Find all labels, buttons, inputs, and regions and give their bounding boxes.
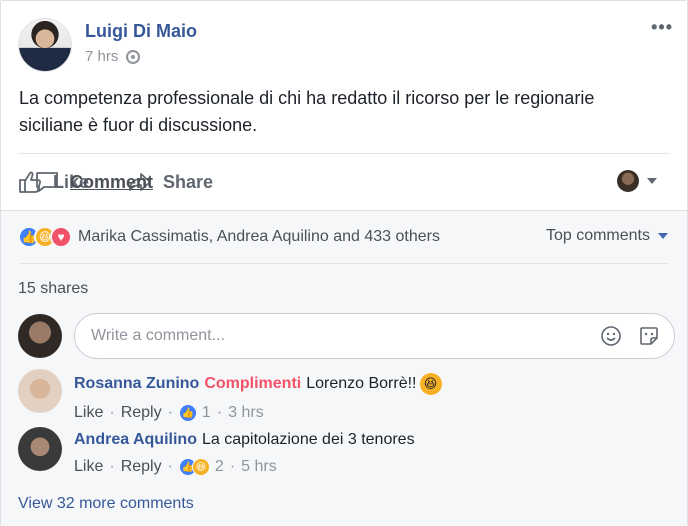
divider [19, 263, 669, 264]
comment-body: Andrea Aquilino La capitolazione dei 3 t… [74, 431, 415, 476]
comment-line: Andrea Aquilino La capitolazione dei 3 t… [74, 431, 415, 449]
separator: · [229, 458, 236, 475]
separator: · [167, 404, 173, 421]
post-as-selector[interactable] [617, 170, 657, 192]
comment-sort-label: Top comments [545, 227, 650, 244]
author-avatar[interactable] [18, 18, 72, 72]
comment-reply-button[interactable]: Reply [121, 404, 162, 422]
comment-sort-dropdown[interactable]: Top comments [546, 227, 668, 245]
like-reaction-icon[interactable]: 👍 [178, 404, 197, 422]
shares-count[interactable]: 15 shares [18, 280, 88, 298]
view-more-comments-link[interactable]: View 32 more comments [18, 495, 194, 513]
reactions-row: 👍 😆 ♥ Marika Cassimatis, Andrea Aquilino… [18, 226, 668, 248]
sticker-icon[interactable] [638, 325, 660, 347]
author-name[interactable]: Luigi Di Maio [85, 20, 197, 42]
author-block: Luigi Di Maio 7 hrs [85, 20, 197, 72]
comment-reply-button[interactable]: Reply [121, 458, 162, 476]
comment-placeholder: Write a comment... [91, 327, 225, 344]
post-card: Luigi Di Maio 7 hrs ••• La competenza pr… [0, 0, 688, 526]
comment-reaction-count[interactable]: 2 [215, 458, 224, 476]
share-label: Share [163, 171, 214, 192]
comment-actions: Like · Reply · 👍 😆 2 · 5 hrs [74, 458, 415, 476]
post-top: Luigi Di Maio 7 hrs ••• La competenza pr… [1, 1, 687, 210]
comment-like-button[interactable]: Like [74, 458, 103, 476]
globe-icon[interactable] [126, 49, 141, 64]
comment-label: Comment [70, 171, 154, 192]
separator: · [109, 404, 115, 421]
haha-reaction-icon[interactable]: 😆 [191, 458, 210, 476]
commenter-name[interactable]: Rosanna Zunino [74, 375, 199, 393]
viewer-avatar [617, 170, 639, 192]
post-time[interactable]: 7 hrs [85, 48, 118, 65]
comment-line: Rosanna Zunino Complimenti Lorenzo Borrè… [74, 373, 442, 395]
comment-item: Andrea Aquilino La capitolazione dei 3 t… [18, 427, 415, 476]
comments-section: 👍 😆 ♥ Marika Cassimatis, Andrea Aquilino… [1, 210, 687, 526]
chevron-down-icon [647, 178, 657, 184]
emoji-icon[interactable] [600, 325, 622, 347]
viewer-avatar [18, 314, 62, 358]
post-header: Luigi Di Maio 7 hrs [18, 18, 197, 72]
separator: · [167, 458, 173, 475]
comment-reaction-count[interactable]: 1 [202, 404, 211, 422]
commenter-name[interactable]: Andrea Aquilino [74, 431, 197, 449]
comment-item: Rosanna Zunino Complimenti Lorenzo Borrè… [18, 369, 442, 422]
separator: · [109, 458, 115, 475]
post-text: La competenza professionale di chi ha re… [19, 88, 595, 135]
chevron-down-icon [658, 233, 668, 239]
divider [19, 153, 669, 154]
comment-button[interactable]: Comment [34, 170, 153, 194]
love-reaction-icon[interactable]: ♥ [50, 226, 72, 248]
comment-like-button[interactable]: Like [74, 404, 103, 422]
comment-input[interactable]: Write a comment... [74, 313, 675, 359]
comment-actions: Like · Reply · 👍 1 · 3 hrs [74, 404, 442, 422]
comment-body: Rosanna Zunino Complimenti Lorenzo Borrè… [74, 373, 442, 422]
comment-tag: Complimenti [204, 375, 302, 392]
commenter-avatar[interactable] [18, 369, 62, 413]
commenter-avatar[interactable] [18, 427, 62, 471]
more-options-icon[interactable]: ••• [651, 17, 673, 38]
composer-icons [584, 325, 660, 347]
reactions-summary[interactable]: Marika Cassimatis, Andrea Aquilino and 4… [78, 228, 440, 246]
laughing-emoji-icon: 😆 [419, 373, 442, 395]
comment-bubble-icon [36, 172, 58, 192]
comment-text: La capitolazione dei 3 tenores [201, 431, 415, 448]
separator: · [216, 404, 223, 421]
action-bar: Like Comment Share [17, 165, 667, 199]
comment-composer: Write a comment... [18, 313, 675, 359]
comment-time[interactable]: 5 hrs [241, 458, 277, 476]
comment-time[interactable]: 3 hrs [228, 404, 264, 422]
comment-text: Lorenzo Borrè!! [306, 375, 417, 392]
post-meta: 7 hrs [85, 48, 197, 65]
